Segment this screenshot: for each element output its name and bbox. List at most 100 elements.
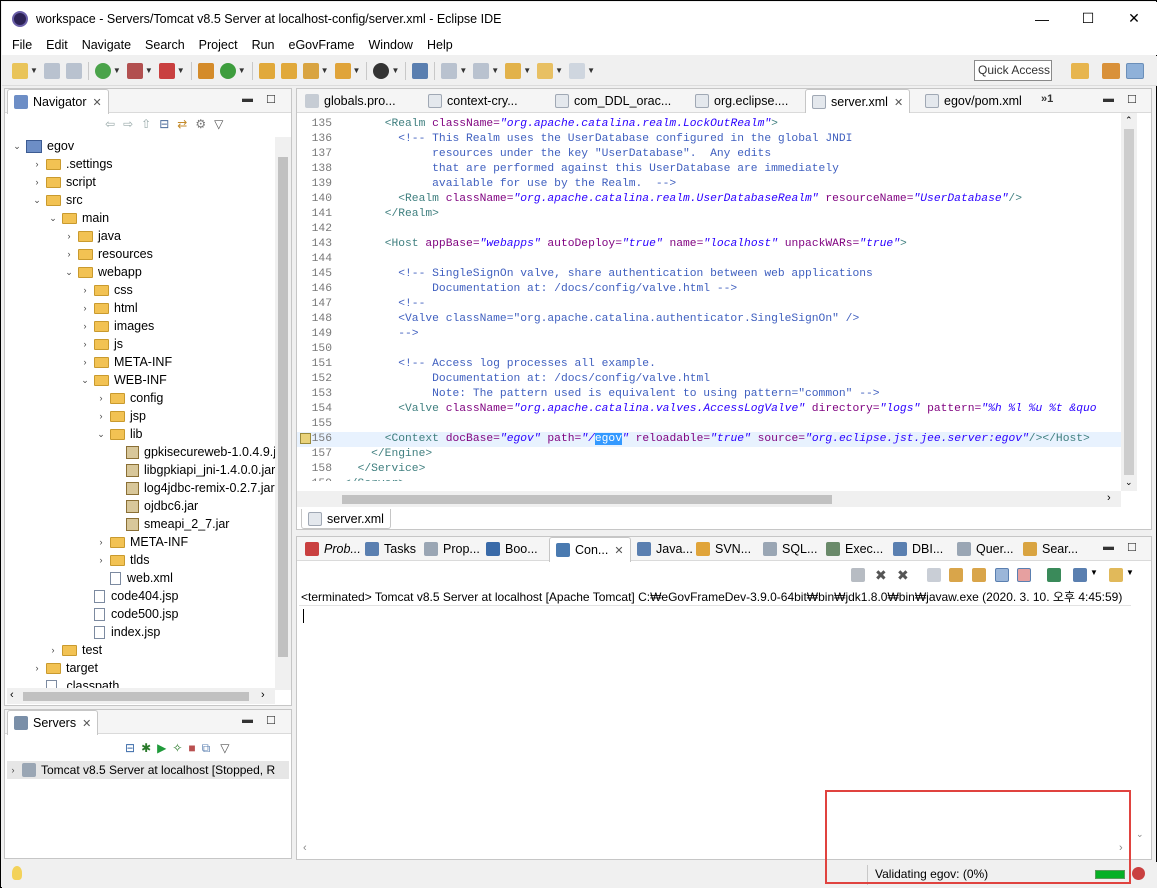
tab-console[interactable]: Con... ✕ <box>549 537 631 562</box>
tree-item[interactable]: ⌄ main <box>47 209 109 227</box>
tree-item[interactable]: › images <box>79 317 155 335</box>
menu-window[interactable]: Window <box>363 38 419 52</box>
tree-item[interactable]: ⌄ egov <box>11 137 74 155</box>
scroll-thumb[interactable] <box>23 692 249 701</box>
collapsed-icon[interactable]: › <box>31 177 43 187</box>
task-icon[interactable] <box>334 62 351 79</box>
tab-globals[interactable]: globals.pro... <box>299 89 402 113</box>
chevron-down-icon[interactable]: ▼ <box>1126 568 1140 582</box>
tab-navigator[interactable]: Navigator ✕ <box>7 89 109 114</box>
tree-item[interactable]: › test <box>47 641 103 659</box>
tree-item[interactable]: › META-INF <box>79 353 173 371</box>
start-server-icon[interactable]: ▶ <box>157 741 166 756</box>
tree-item[interactable]: index.jsp <box>79 623 160 641</box>
menu-run[interactable]: Run <box>246 38 281 52</box>
chevron-down-icon[interactable]: ▼ <box>523 66 531 75</box>
tree-item[interactable]: › META-INF <box>95 533 189 551</box>
show-stdout-icon[interactable] <box>995 568 1009 582</box>
tree-item[interactable]: gpkisecureweb-1.0.4.9.jar <box>111 443 275 461</box>
debug-icon[interactable] <box>94 62 111 79</box>
close-button[interactable]: ✕ <box>1111 2 1157 35</box>
chevron-down-icon[interactable]: ▼ <box>238 66 246 75</box>
menu-help[interactable]: Help <box>421 38 459 52</box>
minimize-view-icon[interactable]: ▬ <box>242 93 253 105</box>
terminate-icon[interactable] <box>851 568 865 582</box>
tree-item[interactable]: › js <box>79 335 124 353</box>
collapsed-icon[interactable]: › <box>63 231 75 241</box>
forward-arrow-icon[interactable]: ⇨ <box>123 117 133 135</box>
code-editor[interactable]: 135 <Realm className="org.apache.catalin… <box>297 113 1121 481</box>
more-tabs-button[interactable]: »1 <box>1041 93 1053 105</box>
open-console-icon[interactable] <box>1109 568 1123 582</box>
tree-item[interactable]: › tlds <box>95 551 150 569</box>
chevron-down-icon[interactable]: ▼ <box>1090 568 1104 582</box>
stop-server-icon[interactable]: ■ <box>188 741 195 756</box>
tab-search[interactable]: Sear... <box>1017 537 1084 561</box>
show-stderr-icon[interactable] <box>1017 568 1031 582</box>
lightbulb-icon[interactable] <box>12 866 22 880</box>
close-icon[interactable]: ✕ <box>82 717 91 730</box>
scroll-lock-icon[interactable] <box>949 568 963 582</box>
tree-item[interactable]: smeapi_2_7.jar <box>111 515 229 533</box>
tree-item[interactable]: › config <box>95 389 164 407</box>
tab-tasks[interactable]: Tasks <box>359 537 422 561</box>
tree-item[interactable]: › script <box>31 173 96 191</box>
tree-item[interactable]: › java <box>63 227 121 245</box>
collapsed-icon[interactable]: › <box>31 663 43 673</box>
remove-launch-icon[interactable]: ✖ <box>875 568 889 582</box>
collapse-icon[interactable]: ⊟ <box>125 741 135 756</box>
tree-item[interactable]: › .settings <box>31 155 113 173</box>
collapsed-icon[interactable]: › <box>79 339 91 349</box>
chevron-down-icon[interactable]: ▼ <box>145 66 153 75</box>
tab-server-xml[interactable]: server.xml ✕ <box>805 89 911 114</box>
tab-ddl[interactable]: com_DDL_orac... <box>549 89 677 113</box>
publish-icon[interactable]: ⧉ <box>202 741 211 756</box>
collapsed-icon[interactable]: › <box>95 411 107 421</box>
scroll-down-icon[interactable]: ⌄ <box>1125 477 1133 488</box>
tab-sql-results[interactable]: SQL... <box>757 537 823 561</box>
filters-icon[interactable]: ⚙ <box>195 117 206 135</box>
menu-search[interactable]: Search <box>139 38 191 52</box>
close-icon[interactable]: ✕ <box>894 96 903 109</box>
tree-item[interactable]: log4jdbc-remix-0.2.7.jar <box>111 479 275 497</box>
tree-item[interactable]: › html <box>79 299 138 317</box>
scroll-right-icon[interactable]: › <box>261 689 265 701</box>
view-menu-icon[interactable]: ▽ <box>214 117 223 135</box>
editor-vscrollbar[interactable]: ⌃ ⌄ <box>1121 113 1137 491</box>
tab-query[interactable]: Quer... <box>951 537 1020 561</box>
menu-navigate[interactable]: Navigate <box>76 38 137 52</box>
server-row[interactable]: › Tomcat v8.5 Server at localhost [Stopp… <box>7 761 289 779</box>
chevron-down-icon[interactable]: ▼ <box>353 66 361 75</box>
tab-dbi[interactable]: DBI... <box>887 537 949 561</box>
stop-icon[interactable] <box>126 62 143 79</box>
menu-edit[interactable]: Edit <box>40 38 74 52</box>
collapsed-icon[interactable]: › <box>95 537 107 547</box>
tab-source-server-xml[interactable]: server.xml <box>301 509 391 529</box>
scroll-left-icon[interactable]: ‹ <box>10 689 14 701</box>
scroll-thumb[interactable] <box>342 495 832 504</box>
link-editor-icon[interactable]: ⇄ <box>177 117 187 135</box>
expanded-icon[interactable]: ⌄ <box>63 267 75 278</box>
navigator-hscrollbar[interactable]: ‹ › <box>7 688 275 704</box>
scroll-up-icon[interactable]: ⌃ <box>1125 115 1133 126</box>
java-ee-perspective-icon[interactable] <box>1102 63 1120 79</box>
minimize-view-icon[interactable]: ▬ <box>1103 541 1114 553</box>
chevron-down-icon[interactable]: ▼ <box>587 66 595 75</box>
maximize-view-icon[interactable]: ☐ <box>266 93 276 106</box>
expanded-icon[interactable]: ⌄ <box>47 213 59 224</box>
new-icon[interactable] <box>12 62 28 79</box>
close-icon[interactable]: ✕ <box>93 96 102 109</box>
tab-svn[interactable]: SVN... <box>690 537 757 561</box>
tree-item[interactable]: code404.jsp <box>79 587 178 605</box>
chevron-down-icon[interactable]: ▼ <box>459 66 467 75</box>
back-icon[interactable] <box>537 62 554 79</box>
remove-all-icon[interactable]: ✖ <box>897 568 911 582</box>
scroll-thumb[interactable] <box>1124 129 1134 475</box>
tab-org-eclipse[interactable]: org.eclipse.... <box>689 89 794 113</box>
minimize-button[interactable]: — <box>1019 2 1065 35</box>
last-edit-icon[interactable] <box>505 62 522 79</box>
tab-javadoc[interactable]: Java... <box>631 537 699 561</box>
clear-console-icon[interactable] <box>927 568 941 582</box>
collapse-all-icon[interactable]: ⊟ <box>159 117 169 135</box>
chevron-down-icon[interactable]: ▼ <box>321 66 329 75</box>
